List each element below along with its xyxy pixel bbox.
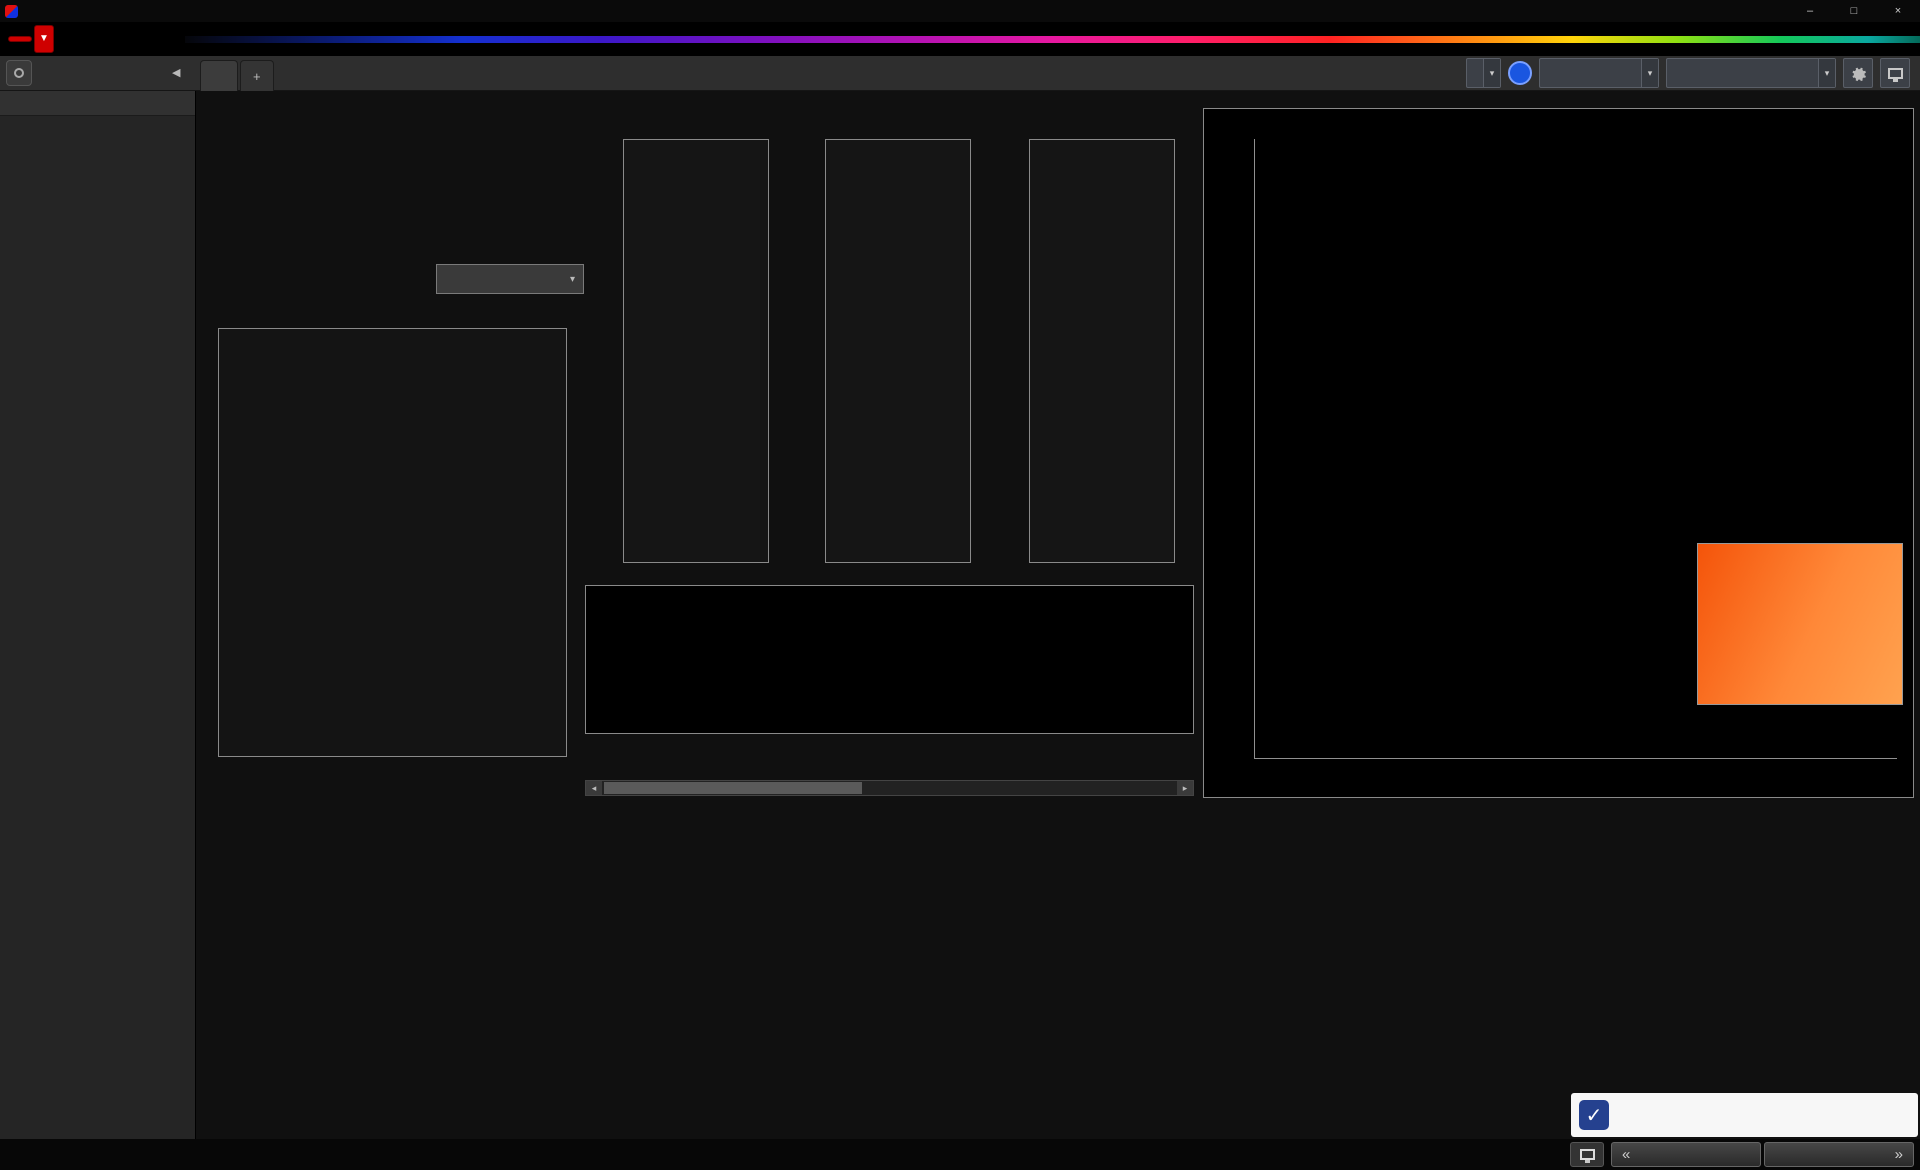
actual-target-swatch-strip	[585, 585, 1194, 734]
sidebar-tree	[0, 116, 195, 124]
close-button[interactable]: ×	[1876, 0, 1920, 22]
minimize-button[interactable]: –	[1788, 0, 1832, 22]
workspace-icon-button[interactable]	[6, 60, 32, 86]
calman-logo-text	[8, 36, 32, 42]
delta-c-chart	[798, 117, 971, 563]
scroll-left-icon[interactable]: ◂	[586, 781, 602, 795]
swatch-strip-scrollbar[interactable]: ◂ ▸	[585, 780, 1194, 796]
chevron-down-icon[interactable]: ▾	[1483, 59, 1500, 87]
main-content: ▾ ◂ ▸	[196, 91, 1920, 1170]
sidebar-collapse-icon[interactable]: ◀	[172, 66, 180, 79]
deltae-bar-chart	[218, 328, 567, 757]
settings-button[interactable]	[1843, 58, 1873, 88]
next-chevrons-icon: »	[1894, 1146, 1903, 1163]
chevron-down-icon[interactable]: ▾	[1818, 59, 1835, 87]
footer-bar: « »	[0, 1139, 1920, 1170]
scrollbar-thumb[interactable]	[604, 782, 862, 794]
source-dropdown[interactable]: ▾	[1539, 58, 1659, 88]
de-formula-select[interactable]: ▾	[436, 264, 584, 294]
delta-l-plot	[623, 139, 769, 563]
back-button[interactable]: «	[1611, 1142, 1761, 1167]
display-settings-button[interactable]	[1880, 58, 1910, 88]
delta-h-plot	[1029, 139, 1175, 563]
calman-logo[interactable]: ▼	[8, 25, 54, 53]
meter-count-badge	[1508, 61, 1532, 85]
cie-zoom-inset	[1697, 543, 1903, 705]
delta-c-plot	[825, 139, 971, 563]
app-icon	[5, 4, 18, 18]
chevron-down-icon[interactable]: ▾	[1641, 59, 1658, 87]
meter-dropdown[interactable]: ▾	[1466, 58, 1501, 88]
maximize-button[interactable]: □	[1832, 0, 1876, 22]
monitor-icon	[1887, 67, 1903, 82]
deltae-bars	[219, 332, 566, 756]
delta-h-title	[1002, 117, 1175, 139]
scroll-right-icon[interactable]: ▸	[1177, 781, 1193, 795]
delta-h-chart	[1002, 117, 1175, 563]
delta-l-chart	[596, 117, 769, 563]
fullscreen-button[interactable]	[1570, 1142, 1604, 1167]
logo-dropdown-icon[interactable]: ▼	[34, 25, 54, 53]
delta-c-title	[798, 117, 971, 139]
title-bar: – □ ×	[0, 0, 1920, 22]
next-button[interactable]: »	[1764, 1142, 1914, 1167]
brand-bar: ▼	[0, 22, 1920, 56]
gear-icon	[1851, 67, 1866, 81]
sidebar	[0, 91, 196, 1139]
deltae-x-axis	[218, 762, 567, 782]
tab-history-1[interactable]	[200, 60, 238, 91]
display-control-dropdown[interactable]: ▾	[1666, 58, 1836, 88]
notebookcheck-watermark: ✓	[1571, 1093, 1918, 1137]
sidebar-header	[0, 91, 195, 116]
spectrum-stripe	[185, 36, 1920, 43]
chevron-down-icon: ▾	[569, 273, 575, 285]
add-tab-button[interactable]: +	[240, 60, 274, 91]
back-chevrons-icon: «	[1622, 1146, 1631, 1163]
delta-l-title	[596, 117, 769, 139]
cie-diagram-panel	[1203, 108, 1914, 798]
toolbar: ◀ + ▾ ▾ ▾	[0, 56, 1920, 91]
notebookcheck-check-icon: ✓	[1579, 1100, 1609, 1130]
circle-icon	[14, 68, 24, 78]
monitor-icon	[1579, 1149, 1595, 1163]
